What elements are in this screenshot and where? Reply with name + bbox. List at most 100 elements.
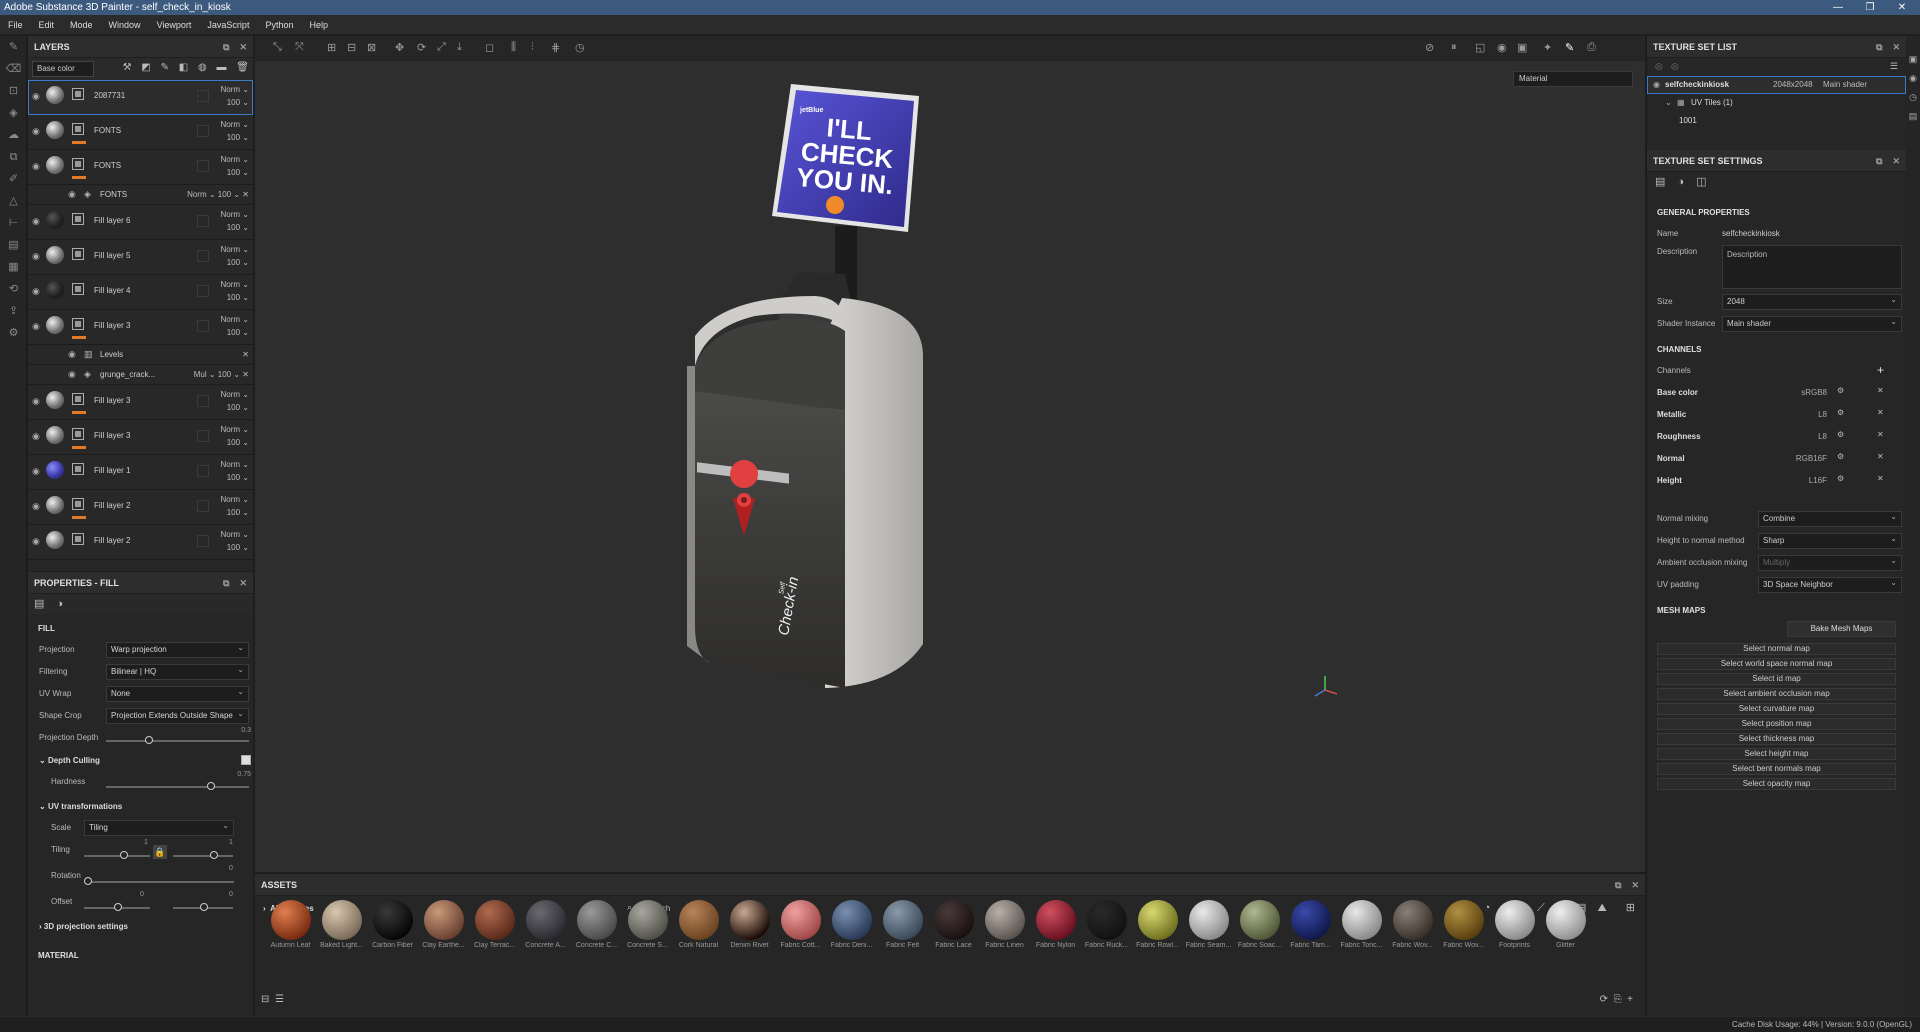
bake-mesh-maps-button[interactable]: Bake Mesh Maps: [1787, 621, 1896, 637]
blend-mode[interactable]: Norm: [221, 460, 241, 469]
name-value[interactable]: selfcheckinkiosk: [1722, 229, 1780, 238]
blend-mode[interactable]: Norm: [221, 315, 241, 324]
close-window-button[interactable]: ✕: [1888, 0, 1916, 15]
scale-select[interactable]: Tiling: [84, 819, 234, 836]
mask-icon[interactable]: [72, 123, 84, 135]
asset-item[interactable]: Denim Rivet: [724, 900, 775, 949]
projdepth-knob[interactable]: [145, 736, 153, 744]
remove-channel-icon[interactable]: ✕: [1877, 452, 1884, 461]
layer-effect-row[interactable]: ◉ ◈ Norm ⌄ 100 ⌄ ✕ FONTS: [28, 185, 253, 205]
eye-icon[interactable]: ◉: [32, 161, 40, 172]
layer-blend[interactable]: Norm ⌄ 100 ⌄: [213, 493, 250, 519]
opacity-value[interactable]: 100: [227, 133, 240, 142]
log-icon[interactable]: ▤: [1906, 111, 1920, 122]
shader-settings-icon[interactable]: ◉: [1906, 73, 1920, 84]
layer-blend[interactable]: Norm ⌄ 100 ⌄: [213, 388, 250, 414]
menu-item-mode[interactable]: Mode: [62, 15, 101, 35]
layer-row[interactable]: ◉ Norm ⌄ 100 ⌄ Fill layer 2: [28, 490, 253, 525]
mesh-map-slot[interactable]: Select height map: [1657, 748, 1896, 760]
asset-item[interactable]: Cork Natural: [673, 900, 724, 949]
layer-row[interactable]: ◉ Norm ⌄ 100 ⌄ Fill layer 6: [28, 205, 253, 240]
blend-mode[interactable]: Norm: [221, 85, 241, 94]
refresh-icon[interactable]: ⟳: [1600, 994, 1608, 1005]
menu-item-viewport[interactable]: Viewport: [149, 15, 200, 35]
layer-blend[interactable]: Norm ⌄ 100 ⌄: [213, 528, 250, 554]
viewport[interactable]: ⤡ ⤧ ⊞ ⊟ ⊠ ✥ ⟳ ⤢ ⤓ ◻ ⫼ ⫶ ⋕ ◷ ⊘ ⏸ ◱ ◉ ▣ ✦ …: [255, 36, 1645, 872]
add-mask-icon[interactable]: ◩: [141, 62, 150, 73]
opacity-value[interactable]: 100: [227, 473, 240, 482]
layer-row[interactable]: ◉ Norm ⌄ 100 ⌄ Fill layer 1: [28, 455, 253, 490]
asset-item[interactable]: Fabric Lace: [928, 900, 979, 949]
mesh-map-slot[interactable]: Select normal map: [1657, 643, 1896, 655]
uv-tiles-item[interactable]: ⌄ ▦ UV Tiles (1): [1647, 94, 1906, 112]
add-smart-material-icon[interactable]: ◍: [198, 62, 207, 73]
blend-mode[interactable]: Norm: [187, 190, 207, 199]
asset-item[interactable]: Fabric Rowl...: [1132, 900, 1183, 949]
layer-row[interactable]: ◉ Norm ⌄ 100 ⌄ Fill layer 5: [28, 240, 253, 275]
menu-item-javascript[interactable]: JavaScript: [199, 15, 257, 35]
mesh-map-slot[interactable]: Select position map: [1657, 718, 1896, 730]
blend-mode[interactable]: Norm: [221, 425, 241, 434]
tiling-knob[interactable]: [120, 851, 128, 859]
mask-icon[interactable]: [72, 158, 84, 170]
projection-select[interactable]: Warp projection: [106, 641, 249, 658]
shader-select[interactable]: Main shader: [1722, 315, 1902, 332]
tab-uv-icon[interactable]: ◫: [1696, 176, 1706, 188]
add-channel-button[interactable]: +: [1877, 363, 1884, 377]
layer-checkbox[interactable]: [197, 160, 209, 172]
blend-mode[interactable]: Norm: [221, 155, 241, 164]
asset-item[interactable]: Autumn Leaf: [265, 900, 316, 949]
eye-icon[interactable]: ◉: [32, 91, 40, 102]
eye-icon[interactable]: ◉: [32, 216, 40, 227]
asset-item[interactable]: Fabric Linen: [979, 900, 1030, 949]
measure-tool-icon[interactable]: ⊢: [0, 212, 27, 234]
shelf-icon[interactable]: ▤: [0, 234, 27, 256]
height-to-normal-select[interactable]: Sharp: [1758, 532, 1902, 549]
layer-checkbox[interactable]: [197, 250, 209, 262]
opacity-value[interactable]: 100: [227, 258, 240, 267]
sort-icon[interactable]: ☰: [275, 994, 284, 1005]
layer-row[interactable]: ◉ Norm ⌄ 100 ⌄ Fill layer 3: [28, 420, 253, 455]
asset-item[interactable]: Glitter: [1540, 900, 1591, 949]
tab-settings-icon[interactable]: ▤: [1655, 176, 1665, 188]
remove-channel-icon[interactable]: ✕: [1877, 386, 1884, 395]
asset-item[interactable]: Fabric Nylon: [1030, 900, 1081, 949]
layer-blend[interactable]: Norm ⌄ 100 ⌄: [213, 83, 250, 109]
blend-mode[interactable]: Norm: [221, 280, 241, 289]
layer-checkbox[interactable]: [197, 465, 209, 477]
mask-icon[interactable]: [72, 463, 84, 475]
opacity-value[interactable]: 100: [218, 370, 231, 379]
rotation-knob[interactable]: [84, 877, 92, 885]
normal-mixing-select[interactable]: Combine: [1758, 510, 1902, 527]
visibility-toggle-icon[interactable]: ◎: [1671, 61, 1679, 72]
asset-item[interactable]: Carbon Fiber: [367, 900, 418, 949]
layer-effect-row[interactable]: ◉ ◈ Mul ⌄ 100 ⌄ ✕ grunge_crack...: [28, 365, 253, 385]
menu-icon[interactable]: ☰: [1890, 61, 1898, 72]
asset-item[interactable]: Fabric Tonc...: [1336, 900, 1387, 949]
channel-settings-icon[interactable]: ⚙: [1837, 408, 1844, 417]
eye-icon[interactable]: ◉: [68, 349, 76, 360]
add-asset-icon[interactable]: +: [1627, 994, 1633, 1005]
mask-icon[interactable]: [72, 498, 84, 510]
eye-icon[interactable]: ◉: [32, 466, 40, 477]
opacity-value[interactable]: 100: [227, 328, 240, 337]
remove-channel-icon[interactable]: ✕: [1877, 408, 1884, 417]
menu-item-edit[interactable]: Edit: [31, 15, 63, 35]
asset-item[interactable]: Fabric Felt: [877, 900, 928, 949]
asset-item[interactable]: Clay Earthe...: [418, 900, 469, 949]
eye-icon[interactable]: ◉: [32, 431, 40, 442]
asset-item[interactable]: Fabric Deni...: [826, 900, 877, 949]
mask-icon[interactable]: [72, 393, 84, 405]
eye-icon[interactable]: ◉: [32, 321, 40, 332]
layer-row[interactable]: ◉ Norm ⌄ 100 ⌄ Fill layer 4: [28, 275, 253, 310]
eye-icon[interactable]: ◉: [32, 251, 40, 262]
undock-icon[interactable]: ⧉: [1876, 156, 1882, 166]
proj3d-header[interactable]: › 3D projection settings: [28, 917, 253, 937]
mesh-map-slot[interactable]: Select thickness map: [1657, 733, 1896, 745]
blend-mode[interactable]: Norm: [221, 530, 241, 539]
opacity-value[interactable]: 100: [227, 508, 240, 517]
remove-channel-icon[interactable]: ✕: [1877, 430, 1884, 439]
eye-icon[interactable]: ◉: [32, 126, 40, 137]
uv-transformations-header[interactable]: ⌄ UV transformations: [28, 797, 253, 817]
offset-knob[interactable]: [114, 903, 122, 911]
